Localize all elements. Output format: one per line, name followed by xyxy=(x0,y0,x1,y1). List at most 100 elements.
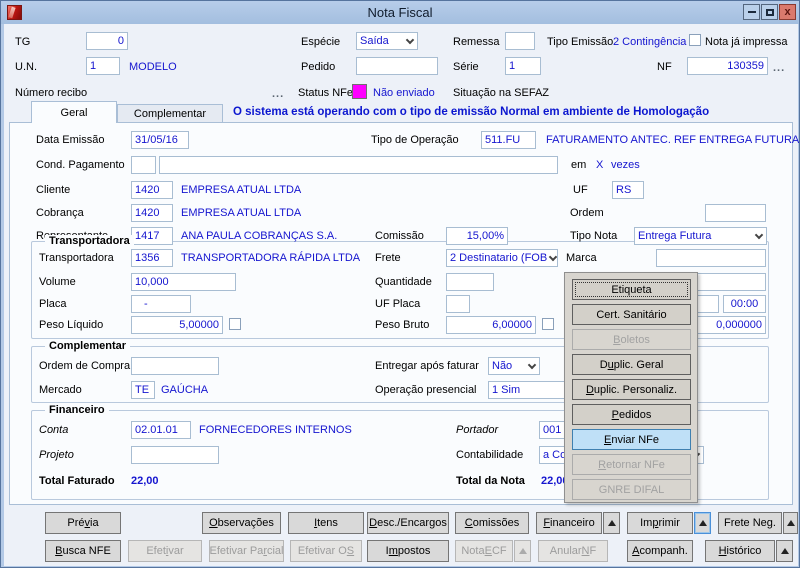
financeiro-button[interactable]: Financeiro xyxy=(536,512,602,534)
nota-ecf-button[interactable]: Nota ECF xyxy=(455,540,513,562)
portador-label: Portador xyxy=(456,424,498,436)
comissao-label: Comissão xyxy=(375,230,424,242)
tipo-nota-select[interactable]: Entrega Futura xyxy=(634,227,767,245)
ordem-compra-field[interactable] xyxy=(131,357,219,375)
ordem-field[interactable] xyxy=(705,204,766,222)
frete-label: Frete xyxy=(375,252,401,264)
chevron-down-icon xyxy=(406,35,414,43)
serie-field[interactable]: 1 xyxy=(505,57,541,75)
acompanh-button[interactable]: Acompanh. xyxy=(627,540,693,562)
cond-pagamento-code-field[interactable] xyxy=(131,156,156,174)
retornar-nfe-button[interactable]: Retornar NFe xyxy=(572,454,691,475)
recibo-more-button[interactable]: ... xyxy=(272,90,284,98)
anular-nf-button[interactable]: Anular NF xyxy=(538,540,608,562)
financeiro-group-title: Financeiro xyxy=(45,404,109,416)
enviar-nfe-button[interactable]: Enviar NFe xyxy=(572,429,691,450)
vezes-value: X xyxy=(596,159,603,171)
comissao-field[interactable]: 15,00% xyxy=(446,227,508,245)
gnre-difal-button[interactable]: GNRE DIFAL xyxy=(572,479,691,500)
hora-saida-field[interactable]: 00:00 xyxy=(723,295,766,313)
historico-button[interactable]: Histórico xyxy=(705,540,775,562)
operacao-presencial-label: Operação presencial xyxy=(375,384,477,396)
cobranca-field[interactable]: 1420 xyxy=(131,204,173,222)
remessa-field[interactable] xyxy=(505,32,535,50)
placa-field[interactable]: - xyxy=(131,295,191,313)
un-field[interactable]: 1 xyxy=(86,57,120,75)
peso-liquido-checkbox[interactable] xyxy=(229,318,241,330)
tab-geral[interactable]: Geral xyxy=(31,101,117,123)
busca-nfe-button[interactable]: Busca NFE xyxy=(45,540,121,562)
peso-bruto-label: Peso Bruto xyxy=(375,319,429,331)
title-bar[interactable]: Nota Fiscal x xyxy=(1,1,799,24)
frete-neg-expand-button[interactable] xyxy=(783,512,798,534)
efetivar-parcial-button[interactable]: Efetivar Parcial xyxy=(209,540,284,562)
peso-liquido-field[interactable]: 5,00000 xyxy=(131,316,223,334)
projeto-field[interactable] xyxy=(131,446,219,464)
projeto-label: Projeto xyxy=(39,449,74,461)
minimize-button[interactable] xyxy=(743,4,760,20)
itens-button[interactable]: Itens xyxy=(288,512,364,534)
nf-field[interactable]: 130359 xyxy=(687,57,768,75)
especie-select[interactable]: Saída xyxy=(356,32,418,50)
imprimir-expand-button[interactable] xyxy=(694,512,711,534)
uf-placa-field[interactable] xyxy=(446,295,470,313)
efetivar-button[interactable]: Efetivar xyxy=(128,540,202,562)
historico-expand-button[interactable] xyxy=(776,540,793,562)
pedido-label: Pedido xyxy=(301,61,335,73)
serie-label: Série xyxy=(453,61,479,73)
chevron-down-icon xyxy=(755,230,763,238)
cliente-field[interactable]: 1420 xyxy=(131,181,173,199)
imprimir-button[interactable]: Imprimir xyxy=(627,512,693,534)
desc-encargos-button[interactable]: Desc./Encargos xyxy=(367,512,449,534)
representante-desc: ANA PAULA COBRANÇAS S.A. xyxy=(181,230,337,242)
em-label: em xyxy=(571,159,586,171)
tg-field[interactable]: 0 xyxy=(86,32,128,50)
peso-bruto-field[interactable]: 6,00000 xyxy=(446,316,536,334)
pedido-field[interactable] xyxy=(356,57,438,75)
mercado-field[interactable]: TE xyxy=(131,381,155,399)
window-title: Nota Fiscal xyxy=(1,5,799,20)
boletos-button[interactable]: Boletos xyxy=(572,329,691,350)
duplic-personaliz-button[interactable]: Duplic. Personaliz. xyxy=(572,379,691,400)
efetivar-os-button[interactable]: Efetivar OS xyxy=(290,540,362,562)
close-button[interactable]: x xyxy=(779,4,796,20)
nota-ja-impressa-checkbox[interactable] xyxy=(689,34,701,46)
impostos-button[interactable]: Impostos xyxy=(367,540,449,562)
cond-pagamento-label: Cond. Pagamento xyxy=(36,159,125,171)
nf-more-button[interactable]: ... xyxy=(773,64,785,72)
maximize-icon xyxy=(766,9,774,16)
conta-label: Conta xyxy=(39,424,68,436)
marca-field[interactable] xyxy=(656,249,766,267)
cert-sanitario-button[interactable]: Cert. Sanitário xyxy=(572,304,691,325)
tipo-operacao-field[interactable]: 511.FU xyxy=(481,131,536,149)
quantidade-field[interactable] xyxy=(446,273,494,291)
comissoes-button[interactable]: Comissões xyxy=(455,512,529,534)
previa-button[interactable]: Prévia xyxy=(45,512,121,534)
data-emissao-field[interactable]: 31/05/16 xyxy=(131,131,189,149)
maximize-button[interactable] xyxy=(761,4,778,20)
conta-field[interactable]: 02.01.01 xyxy=(131,421,191,439)
transportadora-field[interactable]: 1356 xyxy=(131,249,173,267)
duplic-geral-button[interactable]: Duplic. Geral xyxy=(572,354,691,375)
cliente-label: Cliente xyxy=(36,184,70,196)
arrow-up-icon xyxy=(519,548,527,554)
uf-field[interactable]: RS xyxy=(612,181,644,199)
cobranca-label: Cobrança xyxy=(36,207,84,219)
frete-neg-button[interactable]: Frete Neg. xyxy=(718,512,782,534)
total-faturado-label: Total Faturado xyxy=(39,475,115,487)
nota-ecf-expand-button[interactable] xyxy=(514,540,531,562)
observacoes-button[interactable]: Observações xyxy=(202,512,281,534)
pedidos-button[interactable]: Pedidos xyxy=(572,404,691,425)
tab-complementar[interactable]: Complementar xyxy=(117,104,223,122)
peso-bruto-checkbox[interactable] xyxy=(542,318,554,330)
remessa-label: Remessa xyxy=(453,36,499,48)
representante-field[interactable]: 1417 xyxy=(131,227,173,245)
tipo-emissao-value: 2 Contingência xyxy=(613,36,686,48)
frete-select[interactable]: 2 Destinatario (FOB xyxy=(446,249,558,267)
volume-field[interactable]: 10,000 xyxy=(131,273,236,291)
status-nfe-swatch xyxy=(352,84,367,99)
entregar-apos-faturar-select[interactable]: Não xyxy=(488,357,540,375)
financeiro-expand-button[interactable] xyxy=(603,512,620,534)
etiqueta-button[interactable]: Etiqueta xyxy=(572,279,691,300)
cond-pagamento-desc-field[interactable] xyxy=(159,156,558,174)
